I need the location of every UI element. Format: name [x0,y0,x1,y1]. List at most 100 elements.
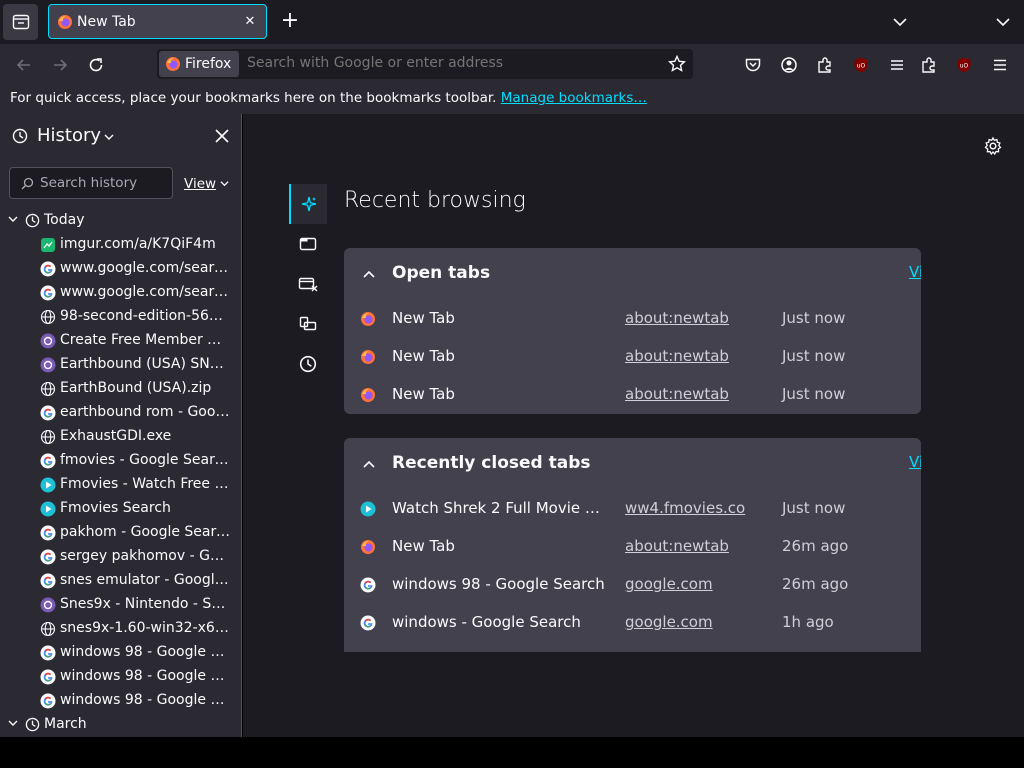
history-item-label: ExhaustGDI.exe [60,428,172,444]
open-tabs-header[interactable]: Open tabs Vi [344,248,921,300]
firefox-view-page: Recent browsing Open tabs Vi New Tab abou… [243,114,1024,737]
history-item[interactable]: Create Free Member Ac… [0,329,241,353]
url-bar[interactable]: Firefox [157,49,693,79]
tab-row-time: 1h ago [782,613,834,631]
tab-row[interactable]: New Tab about:newtab Just now [344,338,921,376]
view-menu-button[interactable]: View [184,176,229,192]
tab-row-time: 26m ago [782,537,849,555]
history-item[interactable]: pakhom - Google Search [0,521,241,545]
tab-row-url[interactable]: google.com [625,575,713,593]
hamburger-menu-icon[interactable] [991,56,1009,74]
tab-row[interactable]: New Tab about:newtab 26m ago [344,528,921,566]
history-item-label: windows 98 - Google Se… [60,692,230,708]
chevron-up-icon [363,460,375,468]
tab-row-url[interactable]: about:newtab [625,309,729,327]
history-item[interactable]: 98-second-edition-5672… [0,305,241,329]
tab-row[interactable]: New Tab about:newtab Just now [344,376,921,414]
nav-recently-closed[interactable] [289,264,327,304]
star-icon[interactable] [668,55,686,73]
history-item-label: www.google.com/search. [60,284,230,300]
history-group-march[interactable]: March [0,713,241,737]
nav-recent-browsing[interactable] [289,184,327,224]
history-item[interactable]: Snes9x - Nintendo - SNE… [0,593,241,617]
reload-icon[interactable] [87,56,105,74]
tab-new-tab[interactable]: New Tab ✕ [48,4,267,39]
tab-row-url[interactable]: ww4.fmovies.co [625,499,745,517]
clock-icon [12,128,28,144]
firefox-view-button[interactable] [3,4,38,40]
history-item[interactable]: windows 98 - Google Se… [0,689,241,713]
tab-row-url[interactable]: about:newtab [625,347,729,365]
identity-box[interactable]: Firefox [159,51,240,77]
site-icon [40,597,56,613]
view-all-link[interactable]: Vi [909,263,921,281]
svg-text:uO: uO [857,63,866,70]
history-item[interactable]: Fmovies - Watch Free M… [0,473,241,497]
recently-closed-card: Recently closed tabs Vi Watch Shrek 2 Fu… [344,438,921,652]
history-item[interactable]: www.google.com/search. [0,281,241,305]
recently-closed-header[interactable]: Recently closed tabs Vi [344,438,921,490]
close-icon[interactable]: ✕ [242,13,258,29]
view-all-link[interactable]: Vi [909,453,921,471]
manage-bookmarks-link[interactable]: Manage bookmarks… [501,90,647,106]
pocket-icon[interactable] [744,56,762,74]
sidebar-header[interactable]: History [0,114,241,158]
history-item[interactable]: Earthbound (USA) SNES … [0,353,241,377]
globe-icon [40,429,56,445]
new-tab-button[interactable]: + [278,10,302,34]
tab-row-url[interactable]: google.com [625,613,713,631]
history-item[interactable]: windows 98 - Google Se… [0,665,241,689]
history-item[interactable]: earthbound rom - Googl… [0,401,241,425]
menu-lines-icon[interactable] [888,56,906,74]
google-icon [40,669,56,685]
search-history-input[interactable]: Search history [9,167,173,199]
history-item[interactable]: www.google.com/search. [0,257,241,281]
history-item[interactable]: EarthBound (USA).zip [0,377,241,401]
history-item[interactable]: sergey pakhomov - Goo… [0,545,241,569]
ublock-icon[interactable]: uO [955,56,973,74]
search-placeholder: Search history [40,175,138,191]
chevron-down-icon[interactable] [993,12,1013,32]
url-input[interactable] [247,55,657,71]
clock-icon [299,355,317,373]
chevron-up-icon [363,270,375,278]
extensions-icon[interactable] [816,56,834,74]
nav-tabs-from-devices[interactable] [289,304,327,344]
tab-row[interactable]: windows - Google Search google.com 1h ago [344,604,921,642]
browser-window: New Tab ✕ + Firefox uO uO For quick acce… [0,0,1024,768]
tab-row-url[interactable]: about:newtab [625,385,729,403]
tab-row[interactable]: Watch Shrek 2 Full Movie … ww4.fmovies.co… [344,490,921,528]
tab-row-title: New Tab [392,309,455,327]
chevron-down-icon[interactable] [890,12,910,32]
history-sidebar: History Search history View Today imgur.… [0,114,242,737]
history-item[interactable]: ExhaustGDI.exe [0,425,241,449]
tab-row[interactable]: windows 98 - Google Search google.com 26m … [344,566,921,604]
tab-row[interactable]: New Tab about:newtab Just now [344,300,921,338]
play-icon [40,501,56,517]
close-icon[interactable] [214,128,230,144]
firefox-icon [360,539,376,555]
history-item[interactable]: Fmovies Search [0,497,241,521]
play-icon [40,477,56,493]
history-item[interactable]: imgur.com/a/K7QiF4m [0,233,241,257]
nav-history[interactable] [289,344,327,384]
history-item[interactable]: snes9x-1.60-win32-x64… [0,617,241,641]
tab-row-title: windows - Google Search [392,613,581,631]
history-group-today[interactable]: Today [0,209,241,233]
nav-open-tabs[interactable] [289,224,327,264]
gear-icon[interactable] [983,136,1003,156]
extensions-icon[interactable] [920,56,938,74]
history-item[interactable]: fmovies - Google Search [0,449,241,473]
tab-row-url[interactable]: about:newtab [625,537,729,555]
account-icon[interactable] [780,56,798,74]
history-item-label: snes9x-1.60-win32-x64… [60,620,230,636]
google-icon [40,573,56,589]
back-arrow-icon[interactable] [15,56,33,74]
history-item[interactable]: windows 98 - Google Se… [0,641,241,665]
history-item-label: pakhom - Google Search [60,524,230,540]
history-item[interactable]: snes emulator - Google … [0,569,241,593]
ublock-icon[interactable]: uO [852,56,870,74]
view-label: View [184,176,217,192]
forward-arrow-icon[interactable] [51,56,69,74]
view-navigation [289,184,327,384]
